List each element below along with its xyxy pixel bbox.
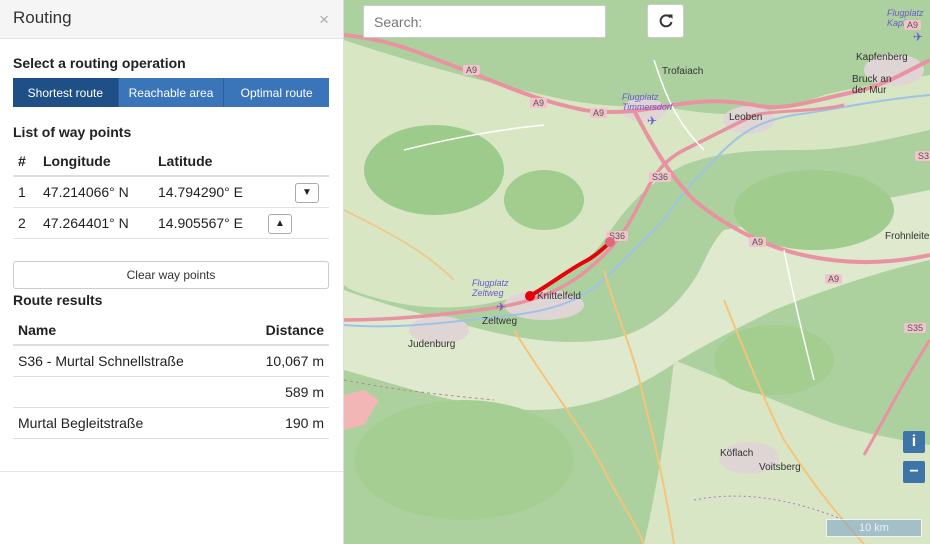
waypoint-number: 2 bbox=[13, 207, 38, 239]
map-label-flugplatz-timmersdorf: Flugplatz Timmersdorf bbox=[622, 92, 673, 112]
col-distance: Distance bbox=[240, 316, 329, 346]
airport-icon: ✈ bbox=[913, 30, 924, 44]
road-shield-s36: S36 bbox=[606, 231, 629, 241]
zoom-out-button[interactable]: − bbox=[903, 461, 925, 483]
refresh-icon bbox=[659, 14, 672, 28]
road-shield-s35: S35 bbox=[904, 323, 927, 333]
waypoint-number: 1 bbox=[13, 176, 38, 208]
reachable-area-button[interactable]: Reachable area bbox=[118, 78, 225, 107]
sidebar-header: Routing × bbox=[0, 0, 343, 39]
table-row: S36 - Murtal Schnellstraße 10,067 m bbox=[13, 345, 329, 377]
map-search-input[interactable] bbox=[363, 5, 606, 38]
waypoints-heading: List of way points bbox=[13, 124, 132, 140]
waypoint-longitude: 47.264401° N bbox=[38, 207, 153, 239]
table-row: 1 47.214066° N 14.794290° E ▼ bbox=[13, 176, 329, 208]
waypoints-table: # Longitude Latitude 1 47.214066° N 14.7… bbox=[13, 147, 329, 239]
map-label-judenburg: Judenburg bbox=[408, 339, 456, 350]
map-label-flugplatz-zeltweg: Flugplatz Zeltweg bbox=[472, 278, 509, 298]
map-label-knittelfeld: Knittelfeld bbox=[537, 291, 581, 302]
routing-sidebar: Routing × Select a routing operation Sho… bbox=[0, 0, 344, 544]
road-shield-a9: A9 bbox=[590, 108, 608, 118]
routing-operation-group: Shortest route Reachable area Optimal ro… bbox=[13, 78, 330, 107]
map-label-bruck: Bruck an der Mur bbox=[852, 74, 892, 96]
map-label-voitsberg: Voitsberg bbox=[759, 462, 801, 473]
refresh-button[interactable] bbox=[647, 4, 684, 38]
map-label-frohnleite: Frohnleite bbox=[885, 231, 930, 242]
result-name bbox=[13, 376, 241, 408]
col-actions bbox=[268, 147, 329, 177]
result-name: Murtal Begleitstraße bbox=[13, 407, 241, 439]
map-label-zeltweg: Zeltweg bbox=[482, 316, 518, 327]
map-label-koflach: Köflach bbox=[720, 448, 754, 459]
waypoint-latitude: 14.794290° E bbox=[153, 176, 268, 208]
sidebar-divider bbox=[0, 471, 343, 472]
map-label-kapfenberg: Kapfenberg bbox=[856, 52, 908, 63]
table-row: 2 47.264401° N 14.905567° E ▲ bbox=[13, 207, 329, 239]
col-latitude: Latitude bbox=[153, 147, 268, 177]
airport-icon: ✈ bbox=[496, 300, 507, 314]
result-distance: 190 m bbox=[240, 407, 329, 439]
sidebar-title: Routing bbox=[13, 8, 72, 27]
road-shield-a9: A9 bbox=[530, 98, 548, 108]
info-button[interactable]: i bbox=[903, 431, 925, 453]
map-layer bbox=[344, 0, 930, 544]
shortest-route-button[interactable]: Shortest route bbox=[13, 78, 119, 107]
road-shield-a9: A9 bbox=[463, 65, 481, 75]
close-icon[interactable]: × bbox=[319, 10, 329, 30]
result-distance: 589 m bbox=[240, 376, 329, 408]
waypoint-latitude: 14.905567° E bbox=[153, 207, 268, 239]
map-label-trofaiach: Trofaiach bbox=[662, 66, 704, 77]
map-scale: 10 km bbox=[826, 519, 922, 537]
map-canvas[interactable]: Trofaiach Leoben Kapfenberg Bruck an der… bbox=[344, 0, 930, 544]
col-longitude: Longitude bbox=[38, 147, 153, 177]
road-shield-s3: S3 bbox=[915, 151, 930, 161]
road-shield-a9: A9 bbox=[825, 274, 843, 284]
table-row: 589 m bbox=[13, 376, 329, 408]
route-results-heading: Route results bbox=[13, 292, 103, 308]
road-shield-a9: A9 bbox=[904, 20, 922, 30]
result-name: S36 - Murtal Schnellstraße bbox=[13, 345, 241, 377]
result-distance: 10,067 m bbox=[240, 345, 329, 377]
road-shield-a9: A9 bbox=[749, 237, 767, 247]
table-row: Murtal Begleitstraße 190 m bbox=[13, 407, 329, 439]
airport-icon: ✈ bbox=[647, 114, 658, 128]
move-up-button[interactable]: ▲ bbox=[268, 213, 292, 234]
optimal-route-button[interactable]: Optimal route bbox=[224, 78, 330, 107]
routing-operation-heading: Select a routing operation bbox=[13, 55, 186, 71]
clear-waypoints-button[interactable]: Clear way points bbox=[13, 261, 329, 289]
waypoint-longitude: 47.214066° N bbox=[38, 176, 153, 208]
col-name: Name bbox=[13, 316, 241, 346]
move-down-button[interactable]: ▼ bbox=[295, 182, 319, 203]
map-label-leoben: Leoben bbox=[729, 112, 763, 123]
route-results-table: Name Distance S36 - Murtal Schnellstraße… bbox=[13, 316, 329, 439]
col-number: # bbox=[13, 147, 38, 177]
road-shield-s36: S36 bbox=[649, 172, 672, 182]
